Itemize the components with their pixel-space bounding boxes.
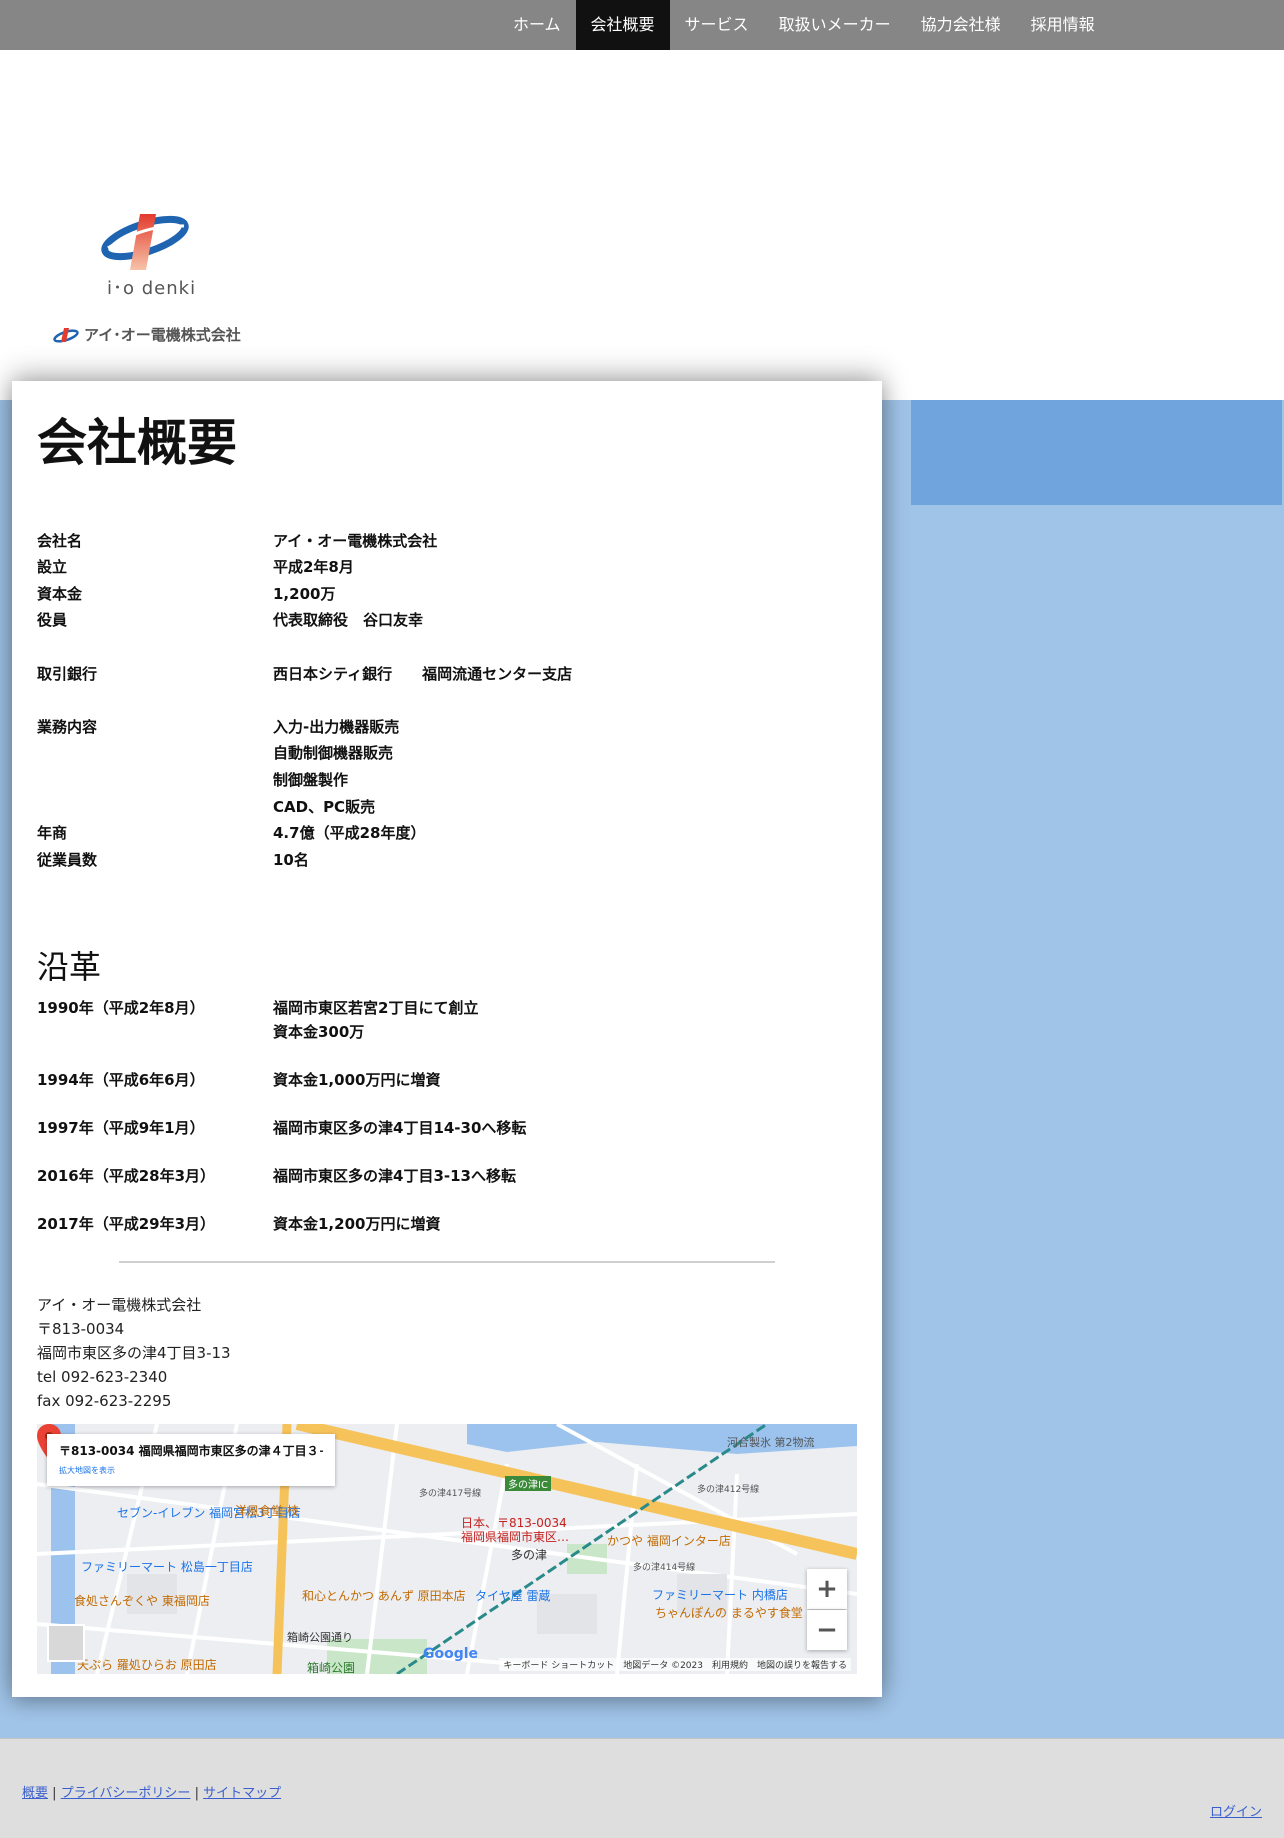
history-event: 福岡市東区多の津4丁目14-30へ移転 [273, 1119, 527, 1137]
map-street-label: 箱崎公園通り [287, 1631, 353, 1644]
nav-item-company[interactable]: 会社概要 [575, 0, 670, 50]
info-value: 制御盤製作 [273, 771, 349, 789]
google-logo: Google [423, 1646, 479, 1662]
zoom-in-button[interactable]: + [807, 1569, 847, 1609]
map-pin-label: 日本、〒813-0034 福岡県福岡市東区… [461, 1516, 569, 1544]
map-poi-label[interactable]: かつや 福岡インター店 [607, 1532, 731, 1549]
map-poi-label[interactable]: ちゃんぽんの まるやす食堂 [655, 1604, 803, 1621]
map-poi-label[interactable]: ファミリーマート 内橋店 [652, 1586, 788, 1603]
map-card-title: 〒813-0034 福岡県福岡市東区多の津４丁目３−１３ [59, 1444, 323, 1458]
footer-separator: | [194, 1786, 199, 1801]
info-value: 10名 [273, 851, 309, 869]
map-poi-label[interactable]: 箱崎公園 [307, 1659, 355, 1674]
history-event: 福岡市東区多の津4丁目3-13へ移転 [273, 1167, 516, 1185]
login-link[interactable]: ログイン [1210, 1801, 1262, 1820]
footer-separator: | [52, 1786, 57, 1801]
info-label: 会社名 [37, 532, 83, 550]
map-info-card: 〒813-0034 福岡県福岡市東区多の津４丁目３−１３ 拡大地図を表示 [47, 1434, 335, 1486]
logo-company-name: アイ･オー電機株式会社 [84, 326, 241, 344]
map-street-label: 多の津412号線 [697, 1485, 760, 1495]
map-area-label: 多の津 [511, 1548, 548, 1562]
map-poi-label[interactable]: 天ぷら 羅処ひらお 原田店 [77, 1656, 217, 1673]
nav-item-recruit[interactable]: 採用情報 [1016, 0, 1110, 50]
history-date: 2016年（平成28年3月） [37, 1167, 216, 1185]
history-event: 資本金300万 [273, 1023, 365, 1041]
map-pin-label-line: 日本、〒813-0034 [461, 1516, 567, 1530]
divider [119, 1261, 775, 1263]
address-fax: fax 092-623-2295 [37, 1392, 172, 1410]
history-event: 福岡市東区若宮2丁目にて創立 [273, 999, 479, 1017]
footer: 概要 | プライバシーポリシー | サイトマップ ログイン [0, 1738, 1284, 1838]
info-value: CAD、PC販売 [273, 798, 376, 816]
main-content-card: 会社概要 会社名 アイ・オー電機株式会社 設立 平成2年8月 資本金 1,200… [12, 381, 882, 1697]
info-label: 業務内容 [37, 718, 98, 736]
info-value: 1,200万 [273, 585, 336, 603]
info-label: 取引銀行 [37, 665, 98, 683]
address-postal: 〒813-0034 [37, 1320, 125, 1338]
footer-link-privacy[interactable]: プライバシーポリシー [61, 1786, 191, 1801]
info-label: 年商 [37, 824, 68, 842]
map-poi-label[interactable]: ファミリーマート 松島一丁目店 [81, 1558, 253, 1575]
map-pin-label-line: 福岡県福岡市東区… [461, 1530, 570, 1544]
nav-item-services[interactable]: サービス [670, 0, 764, 50]
street-view-pegman-icon[interactable] [47, 1624, 85, 1662]
info-label: 従業員数 [37, 851, 98, 869]
map-road-label: 多の津IC [505, 1476, 551, 1491]
info-label: 資本金 [37, 585, 83, 603]
footer-link-overview[interactable]: 概要 [22, 1786, 48, 1801]
info-label: 設立 [37, 558, 68, 576]
history-date: 2017年（平成29年3月） [37, 1215, 216, 1233]
logo-text: i･o denki [107, 278, 197, 299]
map-street-label: 多の津414号線 [633, 1563, 696, 1573]
map-poi-label[interactable]: 和心とんかつ あんず 原田本店 [302, 1587, 466, 1604]
address-company: アイ・オー電機株式会社 [37, 1296, 202, 1314]
info-value: 自動制御機器販売 [273, 744, 394, 762]
map-poi-label[interactable]: タイヤ屋 雷蔵 [475, 1587, 550, 1604]
small-logo-icon [53, 327, 79, 343]
map-street-label: 多の津417号線 [419, 1489, 482, 1499]
info-value: 4.7億（平成28年度） [273, 824, 426, 842]
info-value: 平成2年8月 [273, 558, 354, 576]
info-value: 西日本シティ銀行 福岡流通センター支店 [273, 665, 573, 683]
header-band: i･o denki アイ･オー電機株式会社 [0, 50, 1284, 400]
history-event: 資本金1,000万円に増資 [273, 1071, 441, 1089]
history-title: 沿革 [37, 948, 102, 986]
history-event: 資本金1,200万円に増資 [273, 1215, 441, 1233]
nav-item-home[interactable]: ホーム [498, 0, 576, 50]
history-date: 1994年（平成6年6月） [37, 1071, 205, 1089]
embedded-map[interactable]: セブン-イレブン 福岡宮松3丁目店 洋風食堂 枝 ファミリーマート 松島一丁目店… [37, 1424, 857, 1674]
footer-links: 概要 | プライバシーポリシー | サイトマップ [22, 1782, 281, 1801]
history-date: 1990年（平成2年8月） [37, 999, 205, 1017]
map-poi-label[interactable]: 食処さんぞくや 東福岡店 [74, 1592, 210, 1609]
map-poi-label[interactable]: 河合製氷 第2物流 [727, 1434, 815, 1450]
address-tel: tel 092-623-2340 [37, 1368, 168, 1386]
history-date: 1997年（平成9年1月） [37, 1119, 205, 1137]
map-attribution[interactable]: キーボード ショートカット 地図データ ©2023 利用規約 地図の誤りを報告す… [499, 1658, 851, 1671]
nav-item-makers[interactable]: 取扱いメーカー [764, 0, 906, 50]
footer-link-sitemap[interactable]: サイトマップ [203, 1786, 281, 1801]
nav-item-partners[interactable]: 協力会社様 [906, 0, 1016, 50]
map-poi-label[interactable]: 洋風食堂 枝 [235, 1502, 299, 1519]
address-block: アイ・オー電機株式会社 〒813-0034 福岡市東区多の津4丁目3‐13 te… [37, 1293, 231, 1413]
info-value: 入力-出力機器販売 [273, 718, 400, 736]
info-label: 役員 [37, 611, 68, 629]
info-value: 代表取締役 谷口友幸 [273, 611, 424, 629]
top-navigation: ホーム 会社概要 サービス 取扱いメーカー 協力会社様 採用情報 [0, 0, 1284, 50]
page-title: 会社概要 [37, 414, 237, 472]
address-street: 福岡市東区多の津4丁目3‐13 [37, 1344, 231, 1362]
company-name-logo: アイ･オー電機株式会社 [52, 324, 241, 345]
map-larger-link[interactable]: 拡大地図を表示 [59, 1465, 323, 1476]
side-panel [911, 400, 1282, 505]
zoom-out-button[interactable]: − [807, 1610, 847, 1650]
nav-menu: ホーム 会社概要 サービス 取扱いメーカー 協力会社様 採用情報 [498, 0, 1110, 50]
info-value: アイ・オー電機株式会社 [273, 532, 438, 550]
